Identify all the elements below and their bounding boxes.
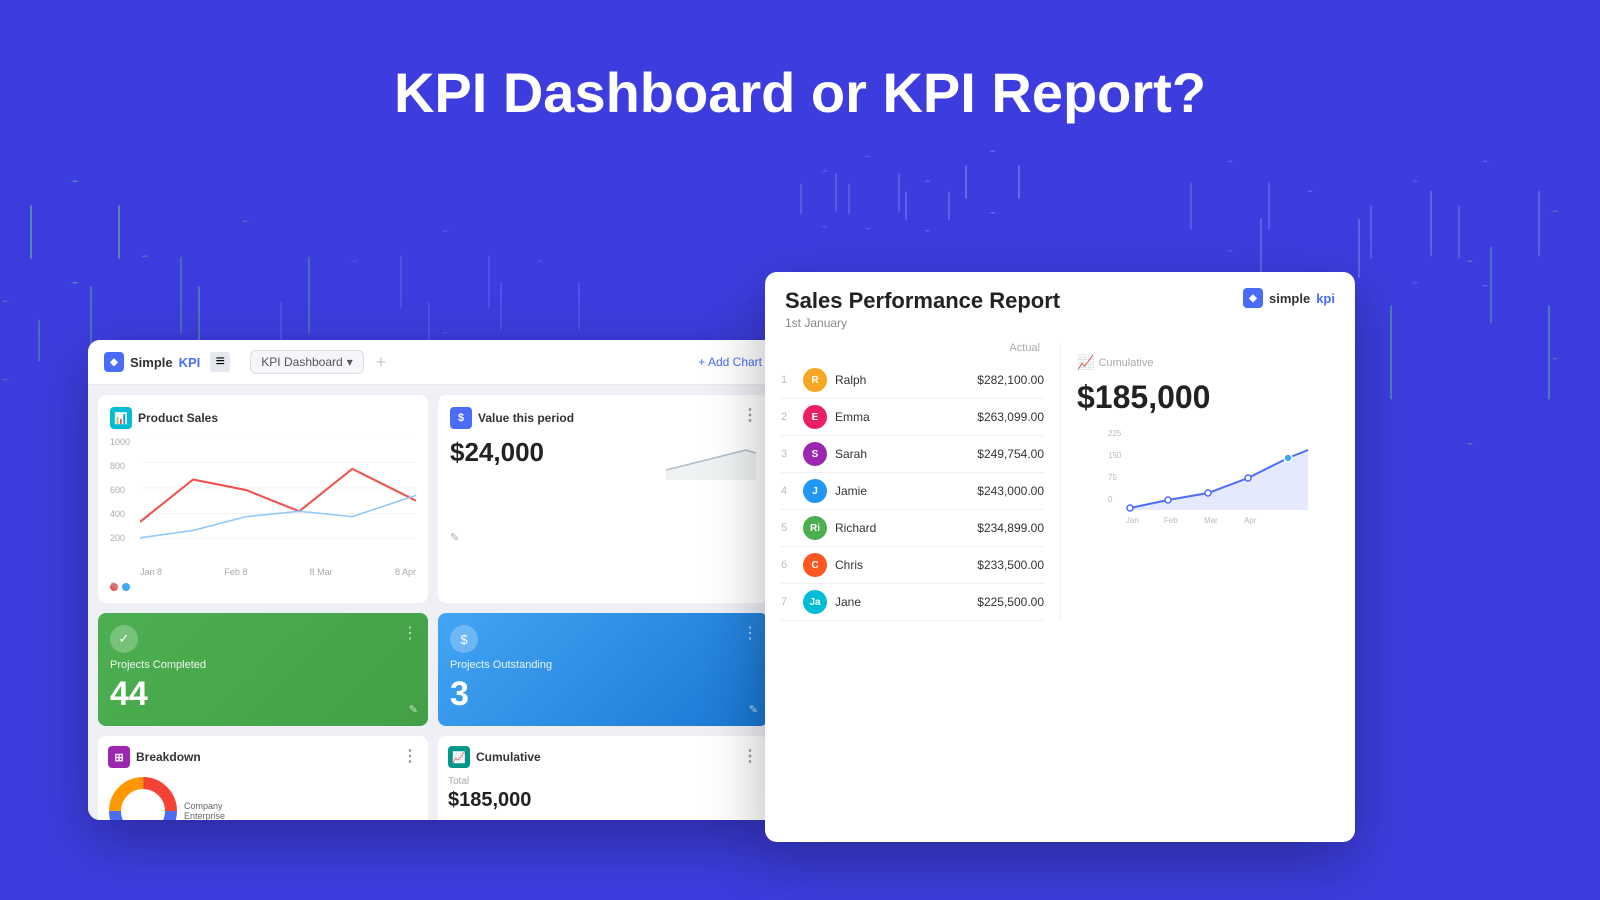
breakdown-menu[interactable]: ⋮: [402, 746, 418, 766]
menu-btn: ≡: [210, 352, 230, 372]
breakdown-title: ⊞ Breakdown ⋮: [108, 746, 418, 768]
cumulative-title: 📈 Cumulative ⋮: [448, 746, 758, 768]
y-axis-labels: 1000 800 600 400 200: [110, 437, 130, 557]
projects-completed-edit[interactable]: ✎: [409, 703, 418, 716]
table-row: 1 R Ralph $282,100.00: [781, 362, 1044, 399]
breakdown-label: Breakdown: [136, 750, 201, 764]
check-icon: ✓: [110, 625, 138, 653]
breakdown-legend: Company Enterprise: [184, 801, 225, 820]
dashboard-logo: ◆ Simple KPI: [104, 352, 200, 372]
actual-column-header: Actual: [781, 342, 1044, 354]
projects-outstanding-menu[interactable]: ⋮: [742, 623, 758, 643]
cumulative-big-value: $185,000: [1077, 379, 1339, 416]
projects-outstanding-label: Projects Outstanding: [450, 659, 756, 671]
product-sales-title: 📊 Product Sales: [110, 407, 416, 429]
avatar: Ja: [803, 590, 827, 614]
svg-text:225: 225: [1108, 429, 1122, 438]
cumulative-label: Cumulative: [476, 750, 541, 764]
report-header: Sales Performance Report 1st January ◆ s…: [765, 272, 1355, 342]
x-axis-labels: Jan 8 Feb 8 8 Mar 8 Apr: [140, 567, 416, 577]
value-period-label: Value this period: [478, 411, 574, 425]
breakdown-donut-chart: [108, 776, 178, 820]
projects-completed-value: 44: [110, 675, 416, 714]
product-sales-chart: 1000 800 600 400 200: [110, 437, 416, 577]
dollar-icon: $: [450, 625, 478, 653]
cumulative-chart: 225 150 75 0 Jan Feb Mar Apr: [1077, 428, 1339, 528]
table-row: 5 Ri Richard $234,899.00: [781, 510, 1044, 547]
svg-text:150: 150: [1108, 451, 1122, 460]
avatar: C: [803, 553, 827, 577]
blue-dot: [122, 583, 130, 591]
logo-blue: KPI: [179, 355, 201, 370]
report-body: Actual 1 R Ralph $282,100.00 2 E Emma $2…: [765, 342, 1355, 621]
report-cumulative-section: 📈 Cumulative $185,000 225 150 75 0: [1060, 342, 1355, 621]
cumulative-icon: 📈: [448, 746, 470, 768]
svg-text:Mar: Mar: [1204, 516, 1218, 525]
report-title-section: Sales Performance Report 1st January: [785, 288, 1060, 330]
projects-outstanding-card: ⋮ $ Projects Outstanding 3 ✎: [438, 613, 768, 726]
product-sales-widget: 📊 Product Sales 1000 800 600 400 200: [98, 395, 428, 603]
projects-outstanding-value: 3: [450, 675, 756, 714]
product-sales-icon: 📊: [110, 407, 132, 429]
dashboard-body: 📊 Product Sales 1000 800 600 400 200: [88, 385, 778, 820]
add-chart-button[interactable]: + Add Chart: [698, 355, 762, 369]
dashboard-card: ◆ Simple KPI ≡ KPI Dashboard ▾ + + Add Ch…: [88, 340, 778, 820]
projects-completed-menu[interactable]: ⋮: [402, 623, 418, 643]
chart-icon: 📈: [1077, 354, 1094, 371]
logo-text: Simple: [130, 355, 173, 370]
chart-svg: [140, 437, 416, 564]
table-row: 3 S Sarah $249,754.00: [781, 436, 1044, 473]
table-row: 2 E Emma $263,099.00: [781, 399, 1044, 436]
add-chart-label: + Add Chart: [698, 355, 762, 369]
selector-label: KPI Dashboard: [261, 355, 342, 369]
report-logo-text: simple: [1269, 291, 1310, 306]
table-row: 6 C Chris $233,500.00: [781, 547, 1044, 584]
svg-text:Apr: Apr: [1244, 516, 1257, 525]
report-logo-blue: kpi: [1316, 291, 1335, 306]
projects-completed-card: ⋮ ✓ Projects Completed 44 ✎: [98, 613, 428, 726]
value-period-menu[interactable]: ⋮: [742, 405, 758, 425]
product-sales-label: Product Sales: [138, 411, 218, 425]
cumulative-widget: 📈 Cumulative ⋮ Total $185,000: [438, 736, 768, 820]
kpi-cards-row: ⋮ ✓ Projects Completed 44 ✎ ⋮ $ Projects…: [98, 613, 768, 726]
cumulative-total-value: $185,000: [448, 789, 758, 812]
report-title: Sales Performance Report: [785, 288, 1060, 314]
avatar: S: [803, 442, 827, 466]
table-row: 4 J Jamie $243,000.00: [781, 473, 1044, 510]
value-period-title-row: $ Value this period ⋮: [450, 407, 756, 429]
table-row: 7 Ja Jane $225,500.00: [781, 584, 1044, 621]
avatar: J: [803, 479, 827, 503]
report-logo: ◆ simple kpi: [1243, 288, 1335, 308]
avatar: E: [803, 405, 827, 429]
svg-text:Jan: Jan: [1126, 516, 1139, 525]
avatar: R: [803, 368, 827, 392]
projects-outstanding-edit[interactable]: ✎: [749, 703, 758, 716]
separator: +: [374, 352, 389, 373]
report-logo-icon: ◆: [1243, 288, 1263, 308]
report-date: 1st January: [785, 316, 1060, 330]
svg-text:0: 0: [1108, 495, 1113, 504]
dashboard-selector[interactable]: KPI Dashboard ▾: [250, 350, 363, 374]
svg-text:75: 75: [1108, 473, 1117, 482]
svg-text:Feb: Feb: [1164, 516, 1178, 525]
value-edit-icon[interactable]: ✎: [450, 532, 459, 544]
avatar: Ri: [803, 516, 827, 540]
logo-icon: ◆: [104, 352, 124, 372]
sparkline: [666, 435, 756, 480]
value-period-icon: $: [450, 407, 472, 429]
value-period-widget: $ Value this period ⋮ $24,000 ✎: [438, 395, 768, 603]
dashboard-header: ◆ Simple KPI ≡ KPI Dashboard ▾ + + Add Ch…: [88, 340, 778, 385]
report-card: Sales Performance Report 1st January ◆ s…: [765, 272, 1355, 842]
cumulative-total-label: Total: [448, 776, 758, 787]
cumulative-section-label: 📈 Cumulative: [1077, 354, 1339, 371]
breakdown-icon: ⊞: [108, 746, 130, 768]
page-title: KPI Dashboard or KPI Report?: [0, 60, 1600, 125]
cumulative-menu[interactable]: ⋮: [742, 746, 758, 766]
chevron-down-icon: ▾: [347, 355, 353, 369]
projects-completed-label: Projects Completed: [110, 659, 416, 671]
product-sales-edit-icon[interactable]: ✎: [110, 580, 119, 593]
breakdown-widget: ⊞ Breakdown ⋮ Company Enterprise: [98, 736, 428, 820]
report-table: Actual 1 R Ralph $282,100.00 2 E Emma $2…: [765, 342, 1060, 621]
